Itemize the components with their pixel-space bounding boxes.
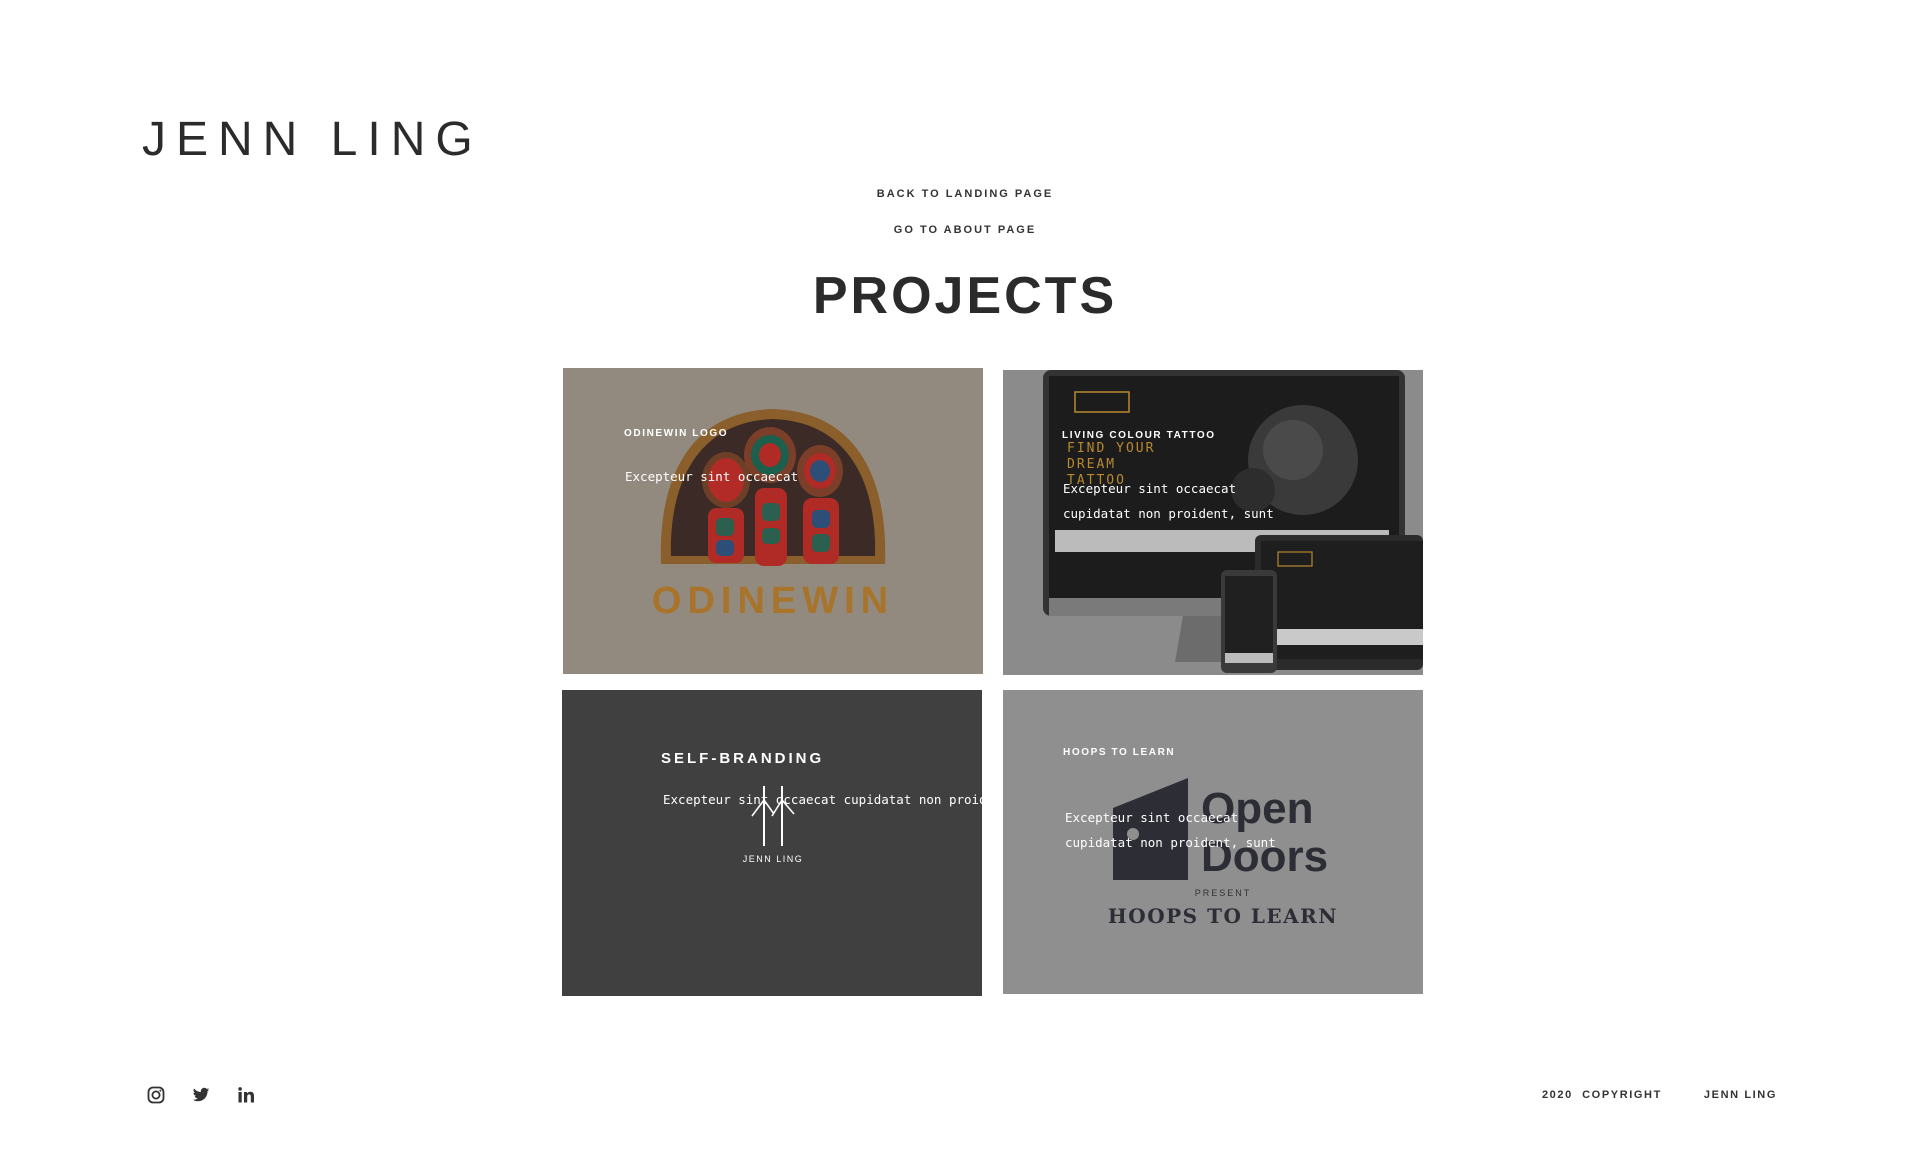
site-logo[interactable]: JENN LING — [142, 112, 483, 167]
odinewin-wordmark: ODINEWIN — [651, 580, 895, 622]
project-title: ODINEWIN LOGO — [624, 428, 729, 439]
about-page-link[interactable]: GO TO ABOUT PAGE — [0, 224, 1920, 236]
twitter-icon[interactable] — [192, 1086, 210, 1104]
project-title: HOOPS TO LEARN — [1063, 747, 1176, 758]
project-description-line-1: Excepteur sint occaecat — [1065, 810, 1239, 825]
project-description-line-2: cupidatat non proident, sunt — [1065, 835, 1276, 850]
hoops-to-learn-wordmark: HOOPS TO LEARN — [1107, 904, 1339, 928]
self-branding-logo-text: JENN LING — [742, 854, 804, 864]
linkedin-icon[interactable] — [237, 1086, 255, 1104]
present-label: PRESENT — [1194, 888, 1252, 898]
project-card-hoops-to-learn[interactable]: Open Doors PRESENT HOOPS TO LEARN HOOPS … — [1003, 690, 1423, 994]
bamboo-logo-icon — [751, 786, 795, 846]
project-description: Excepteur sint occaecat cupidatat non pr… — [663, 792, 982, 807]
odinewin-logo-image — [660, 409, 886, 566]
project-title: SELF-BRANDING — [661, 750, 825, 767]
project-card-living-colour[interactable]: FIND YOUR DREAM TATTOO LIVING COLOUR TAT… — [1003, 370, 1423, 675]
project-description-line-1: Excepteur sint occaecat — [1063, 481, 1237, 496]
project-card-self-branding[interactable]: JENN LING SELF-BRANDING Excepteur sint o… — [562, 690, 982, 996]
footer-copyright: 2020 COPYRIGHT JENN LING — [1542, 1089, 1777, 1101]
page-title: PROJECTS — [812, 267, 1118, 325]
copyright-text: 2020 COPYRIGHT — [1541, 1089, 1662, 1101]
project-card-odinewin[interactable]: ODINEWIN ODINEWIN LOGO Excepteur sint oc… — [563, 368, 983, 674]
footer-name: JENN LING — [1703, 1089, 1777, 1101]
project-description: Excepteur sint occaecat — [625, 469, 799, 484]
project-description-line-2: cupidatat non proident, sunt — [1063, 506, 1274, 521]
instagram-icon[interactable] — [147, 1086, 165, 1104]
social-links — [147, 1086, 255, 1104]
project-title: LIVING COLOUR TATTOO — [1062, 430, 1216, 441]
back-to-landing-link[interactable]: BACK TO LANDING PAGE — [0, 188, 1920, 200]
